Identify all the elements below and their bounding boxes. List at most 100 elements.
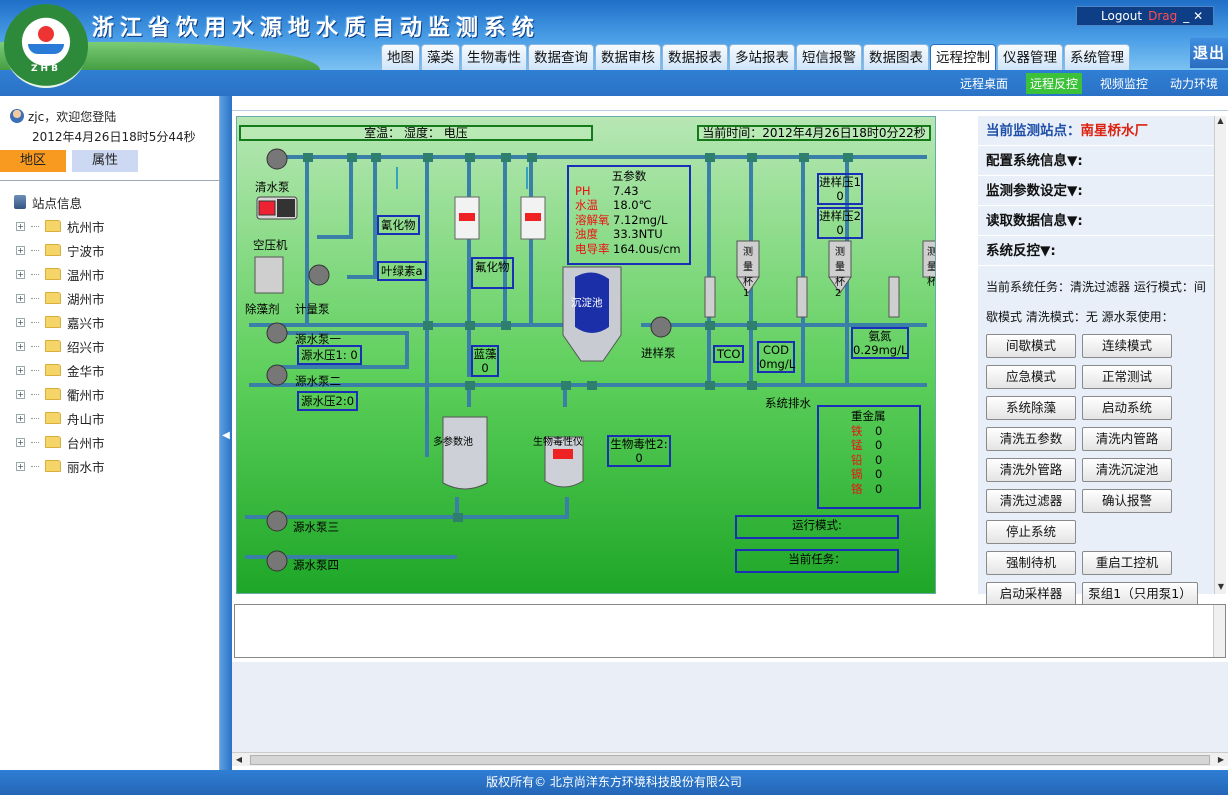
label-sample-pump: 进样泵 — [641, 346, 676, 360]
expand-icon[interactable]: + — [16, 413, 25, 423]
control-button[interactable]: 清洗内管路 — [1082, 427, 1172, 451]
tab-2[interactable]: 生物毒性 — [461, 44, 527, 70]
tab-11[interactable]: 系统管理 — [1064, 44, 1130, 70]
control-button[interactable]: 重启工控机 — [1082, 551, 1172, 575]
control-button[interactable]: 停止系统 — [986, 520, 1076, 544]
expand-icon[interactable]: + — [16, 341, 25, 351]
tree-node-city[interactable]: + 杭州市 — [0, 214, 220, 238]
tab-6[interactable]: 多站报表 — [729, 44, 795, 70]
tab-10[interactable]: 仪器管理 — [997, 44, 1063, 70]
control-section-header[interactable]: 系统反控▼: — [978, 236, 1214, 266]
expand-icon[interactable]: + — [16, 293, 25, 303]
box-chlorophyll: 叶绿素a — [377, 261, 427, 281]
control-button[interactable]: 启动采样器 — [986, 582, 1076, 606]
expand-icon[interactable]: + — [16, 221, 25, 231]
subnav-item-3[interactable]: 动力环境 — [1166, 73, 1222, 94]
city-label: 杭州市 — [67, 219, 105, 235]
cod-value: 0mg/L — [759, 357, 796, 371]
control-button[interactable]: 间歇模式 — [986, 334, 1076, 358]
subnav-item-2[interactable]: 视频监控 — [1096, 73, 1152, 94]
tab-3[interactable]: 数据查询 — [528, 44, 594, 70]
control-button[interactable]: 确认报警 — [1082, 489, 1172, 513]
scroll-thumb[interactable] — [250, 755, 1210, 765]
message-log[interactable] — [234, 604, 1226, 658]
control-section-header[interactable]: 配置系统信息▼: — [978, 146, 1214, 176]
log-scrollbar[interactable] — [1213, 605, 1225, 657]
param-value: 7.12mg/L — [613, 212, 668, 227]
expand-icon[interactable]: + — [16, 437, 25, 447]
city-list: + 杭州市 + 宁波市 + 温州市 + 湖州市 + 嘉兴市 + 绍兴市 + 金华市 + 衢州市 + 舟山市 + 台州市… — [0, 214, 220, 478]
tab-4[interactable]: 数据审核 — [595, 44, 661, 70]
tab-5[interactable]: 数据报表 — [662, 44, 728, 70]
tree-node-city[interactable]: + 金华市 — [0, 358, 220, 382]
logout-link[interactable]: Logout — [1101, 9, 1142, 23]
tree-node-city[interactable]: + 温州市 — [0, 262, 220, 286]
system-task-info: 当前系统任务：清洗过滤器 运行模式：间 歇模式 清洗模式：无 源水泵使用： — [978, 266, 1214, 338]
app-title: 浙江省饮用水源地水质自动监测系统 — [92, 15, 541, 41]
box-bio-toxicity: 生物毒性2: 0 — [607, 435, 671, 467]
tree-node-city[interactable]: + 台州市 — [0, 430, 220, 454]
control-button[interactable]: 应急模式 — [986, 365, 1076, 389]
horizontal-scrollbar[interactable]: ◀ ▶ — [232, 752, 1228, 766]
exit-button[interactable]: 退出 — [1190, 38, 1228, 68]
tree-connector — [31, 297, 39, 299]
sidebar-splitter[interactable]: ◀ — [220, 96, 232, 770]
expand-icon[interactable]: + — [16, 389, 25, 399]
param-name: 浊度 — [575, 227, 598, 241]
expand-icon[interactable]: + — [16, 269, 25, 279]
control-button[interactable]: 清洗五参数 — [986, 427, 1076, 451]
subnav-item-0[interactable]: 远程桌面 — [956, 73, 1012, 94]
heavy-metals-title: 重金属 — [851, 409, 886, 423]
collapse-arrow-icon[interactable]: ◀ — [222, 416, 230, 456]
tab-0[interactable]: 地图 — [381, 44, 420, 70]
scroll-left-icon[interactable]: ◀ — [232, 753, 246, 767]
control-button[interactable]: 正常测试 — [1082, 365, 1172, 389]
control-button[interactable]: 清洗外管路 — [986, 458, 1076, 482]
tree-root[interactable]: 站点信息 — [0, 190, 220, 214]
tree-node-city[interactable]: + 嘉兴市 — [0, 310, 220, 334]
box-run-mode: 运行模式: — [735, 515, 899, 539]
database-icon — [14, 195, 26, 209]
tab-9[interactable]: 远程控制 — [930, 44, 996, 70]
folder-icon — [45, 268, 61, 280]
control-button[interactable]: 清洗沉淀池 — [1082, 458, 1172, 482]
expand-icon[interactable]: + — [16, 245, 25, 255]
tab-attributes[interactable]: 属性 — [72, 150, 138, 172]
expand-icon[interactable]: + — [16, 461, 25, 471]
tree-node-city[interactable]: + 宁波市 — [0, 238, 220, 262]
tree-node-city[interactable]: + 绍兴市 — [0, 334, 220, 358]
tab-7[interactable]: 短信报警 — [796, 44, 862, 70]
control-button[interactable]: 强制待机 — [986, 551, 1076, 575]
inlet-pressure-2-value: 0 — [836, 223, 844, 237]
tree-node-city[interactable]: + 舟山市 — [0, 406, 220, 430]
tree-node-city[interactable]: + 湖州市 — [0, 286, 220, 310]
tree-node-city[interactable]: + 衢州市 — [0, 382, 220, 406]
scroll-up-icon[interactable]: ▲ — [1215, 116, 1226, 128]
control-button[interactable]: 连续模式 — [1082, 334, 1172, 358]
tab-8[interactable]: 数据图表 — [863, 44, 929, 70]
tab-region[interactable]: 地区 — [0, 150, 66, 172]
control-panel-scrollbar[interactable]: ▲ ▼ — [1214, 116, 1226, 594]
inlet-pressure-2-label: 进样压2 — [819, 209, 861, 223]
control-section-header[interactable]: 监测参数设定▼: — [978, 176, 1214, 206]
control-button[interactable]: 系统除藻 — [986, 396, 1076, 420]
lower-panel — [232, 662, 1228, 752]
five-param-row: 电导率 164.0us/cm — [575, 242, 683, 257]
subnav-item-1[interactable]: 远程反控 — [1025, 72, 1082, 94]
expand-icon[interactable]: + — [16, 365, 25, 375]
city-label: 丽水市 — [67, 459, 105, 475]
tree-node-city[interactable]: + 丽水市 — [0, 454, 220, 478]
control-button[interactable]: 泵组1（只用泵1） — [1082, 582, 1198, 606]
control-button[interactable]: 清洗过滤器 — [986, 489, 1076, 513]
expand-icon[interactable]: + — [16, 317, 25, 327]
label-system-drain: 系统排水 — [765, 396, 811, 410]
city-label: 舟山市 — [67, 411, 105, 427]
scroll-right-icon[interactable]: ▶ — [1214, 753, 1228, 767]
tab-1[interactable]: 藻类 — [421, 44, 460, 70]
scroll-down-icon[interactable]: ▼ — [1215, 582, 1227, 594]
window-controls[interactable]: _ ✕ — [1183, 9, 1203, 23]
control-button[interactable]: 启动系统 — [1082, 396, 1172, 420]
control-section-header[interactable]: 读取数据信息▼: — [978, 206, 1214, 236]
drag-handle[interactable]: Drag — [1148, 9, 1177, 23]
metal-row: 镉0 — [851, 467, 913, 482]
